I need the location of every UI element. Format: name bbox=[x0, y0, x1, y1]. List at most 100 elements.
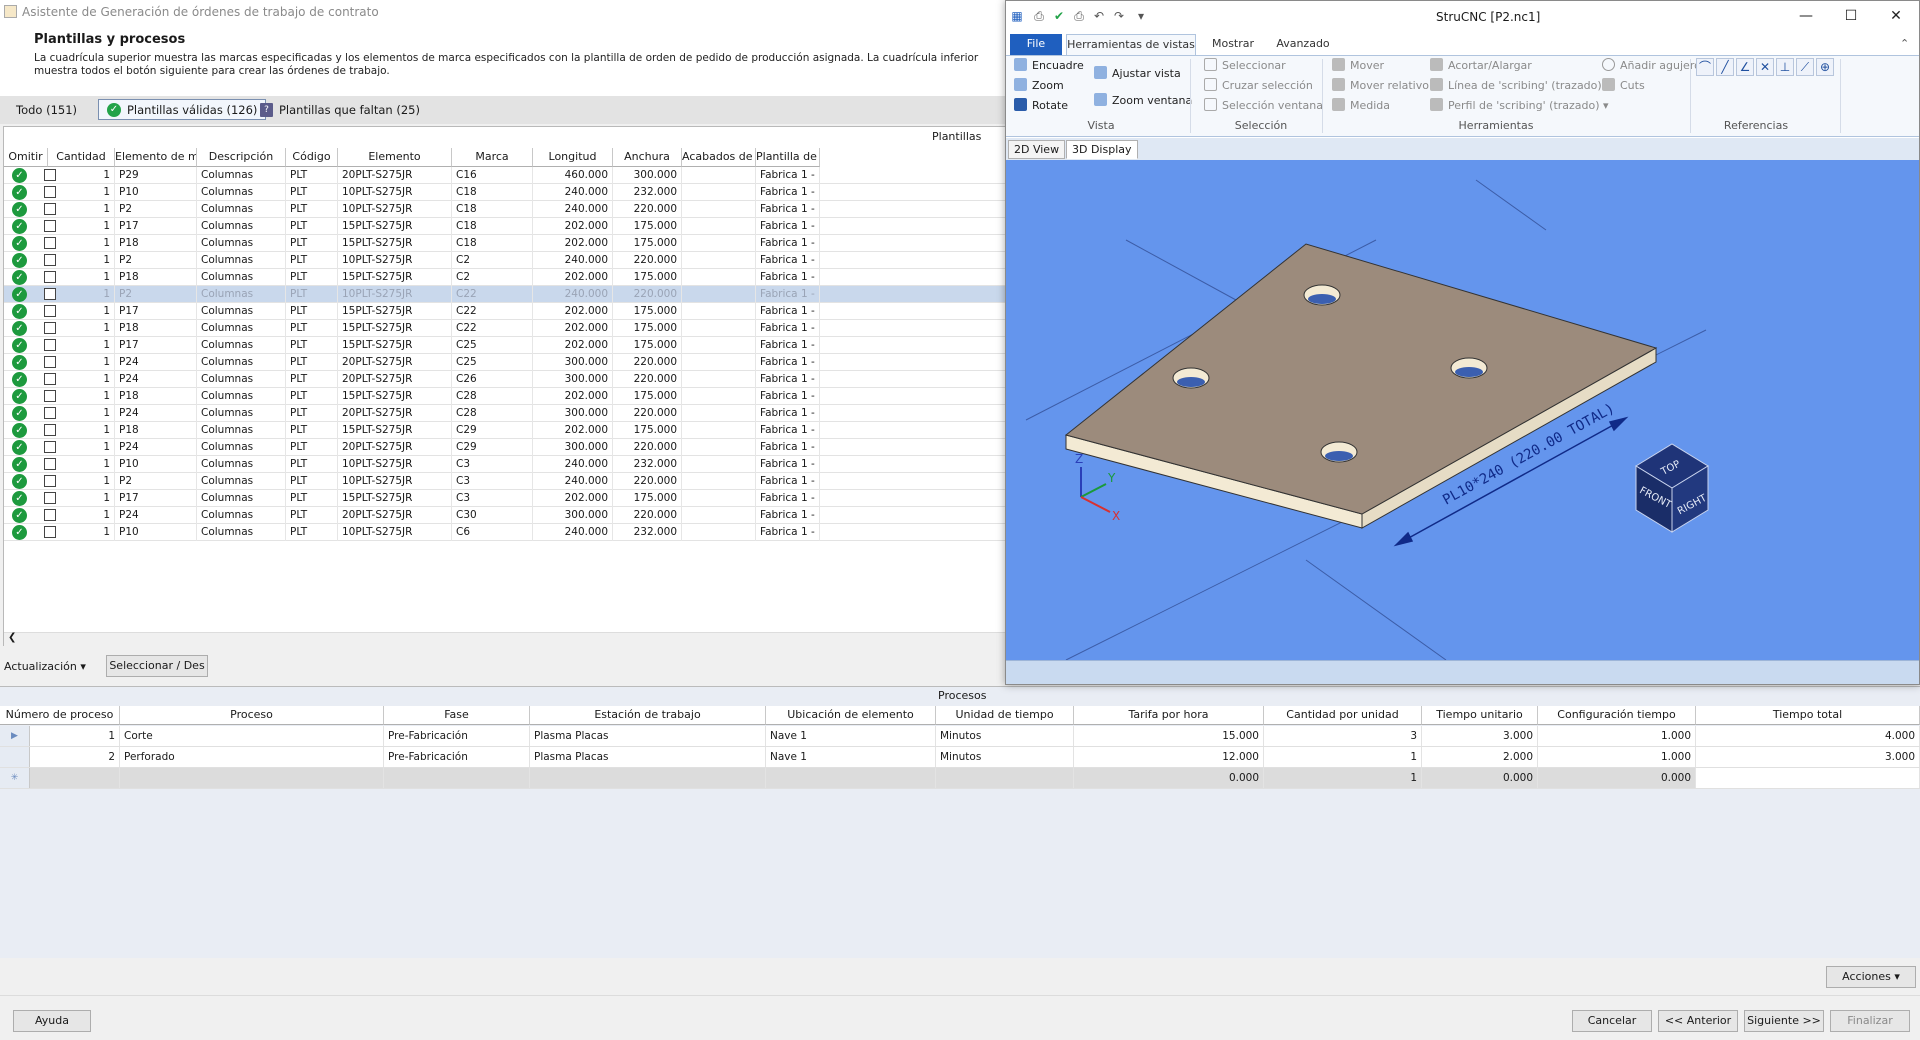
update-dropdown[interactable]: Actualización ▾ bbox=[4, 657, 94, 679]
column-header[interactable]: Cantidad por unidad bbox=[1264, 706, 1422, 725]
scribing-profile-button[interactable]: Perfil de 'scribing' (trazado) ▾ bbox=[1430, 98, 1609, 114]
table-row[interactable]: ✓ 1 P2 Columnas PLT 10PLT-S275JR C22 240.000 220… bbox=[4, 286, 1009, 303]
column-header[interactable]: Ubicación de elemento bbox=[766, 706, 936, 725]
table-row[interactable]: 2 Perforado Pre-Fabricación Plasma Placas Na… bbox=[0, 747, 1920, 768]
ref-tangent-icon[interactable]: ⟋ bbox=[1796, 58, 1814, 76]
tab-2d-view[interactable]: 2D View bbox=[1008, 140, 1066, 159]
column-header[interactable]: Marca bbox=[452, 148, 533, 167]
cancel-button[interactable]: Cancelar bbox=[1572, 1010, 1652, 1032]
collapse-ribbon-icon[interactable]: ⌃ bbox=[1900, 37, 1909, 50]
column-header[interactable]: Elemento de marc bbox=[115, 148, 197, 167]
rotate-button[interactable]: Rotate bbox=[1014, 98, 1068, 114]
tab-advanced[interactable]: Avanzado bbox=[1268, 34, 1338, 55]
column-header[interactable]: Omitir bbox=[4, 148, 48, 167]
column-header[interactable]: Código bbox=[286, 148, 338, 167]
column-header[interactable]: Número de proceso bbox=[0, 706, 120, 725]
trim-extend-button[interactable]: Acortar/Alargar bbox=[1430, 58, 1532, 74]
3d-viewport[interactable]: PL10*240 (220.00 TOTAL) Z Y X TOP FRONT … bbox=[1006, 160, 1919, 661]
cross-select-button[interactable]: Cruzar selección bbox=[1204, 78, 1313, 94]
filter-all-button[interactable]: Todo (151) bbox=[8, 99, 85, 120]
column-header[interactable]: Unidad de tiempo bbox=[936, 706, 1074, 725]
table-row[interactable]: ✓ 1 P17 Columnas PLT 15PLT-S275JR C25 202.000 17… bbox=[4, 337, 1009, 354]
select-toggle-button[interactable]: Seleccionar / Des bbox=[106, 655, 208, 677]
table-row[interactable]: ✓ 1 P18 Columnas PLT 15PLT-S275JR C2 202.000 175… bbox=[4, 269, 1009, 286]
ref-line-icon[interactable]: ╱ bbox=[1716, 58, 1734, 76]
view-cube[interactable]: TOP FRONT RIGHT bbox=[1635, 443, 1709, 533]
print-icon[interactable]: ⎙ bbox=[1032, 9, 1046, 23]
minimize-icon[interactable]: — bbox=[1786, 5, 1826, 27]
column-header[interactable]: Tarifa por hora bbox=[1074, 706, 1264, 725]
row-selector[interactable] bbox=[0, 747, 30, 767]
table-row[interactable]: ✓ 1 P10 Columnas PLT 10PLT-S275JR C6 240.000 232… bbox=[4, 524, 1009, 541]
column-header[interactable]: Cantidad bbox=[48, 148, 115, 167]
column-header[interactable]: Proceso bbox=[120, 706, 384, 725]
column-header[interactable]: Tiempo unitario bbox=[1422, 706, 1538, 725]
column-header[interactable]: Plantilla de p bbox=[756, 148, 820, 167]
column-header[interactable]: Elemento bbox=[338, 148, 452, 167]
customize-toolbar-icon[interactable]: ▾ bbox=[1134, 9, 1148, 23]
column-header[interactable]: Tiempo total bbox=[1696, 706, 1920, 725]
select-button[interactable]: Seleccionar bbox=[1204, 58, 1286, 74]
column-header[interactable]: Descripción bbox=[197, 148, 286, 167]
save-icon[interactable]: ✔ bbox=[1052, 9, 1066, 23]
table-row[interactable]: ✓ 1 P17 Columnas PLT 15PLT-S275JR C18 202.000 17… bbox=[4, 218, 1009, 235]
table-row[interactable]: ✓ 1 P18 Columnas PLT 15PLT-S275JR C22 202.000 17… bbox=[4, 320, 1009, 337]
move-button[interactable]: Mover bbox=[1332, 58, 1384, 74]
column-header[interactable]: Longitud bbox=[533, 148, 613, 167]
column-header[interactable]: Acabados de pin bbox=[682, 148, 756, 167]
table-row[interactable]: ✓ 1 P17 Columnas PLT 15PLT-S275JR C3 202.000 175… bbox=[4, 490, 1009, 507]
table-row[interactable]: ✓ 1 P2 Columnas PLT 10PLT-S275JR C3 240.000 220.… bbox=[4, 473, 1009, 490]
scroll-left-arrow-icon[interactable]: ❮ bbox=[8, 632, 20, 646]
table-row[interactable]: ✓ 1 P18 Columnas PLT 15PLT-S275JR C29 202.000 17… bbox=[4, 422, 1009, 439]
ref-perpendicular-icon[interactable]: ⊥ bbox=[1776, 58, 1794, 76]
relative-move-button[interactable]: Mover relativo bbox=[1332, 78, 1429, 94]
ref-center-icon[interactable]: ⊕ bbox=[1816, 58, 1834, 76]
measure-button[interactable]: Medida bbox=[1332, 98, 1390, 114]
table-row[interactable]: ✓ 1 P24 Columnas PLT 20PLT-S275JR C29 300.000 22… bbox=[4, 439, 1009, 456]
column-header[interactable]: Configuración tiempo bbox=[1538, 706, 1696, 725]
row-selector[interactable]: ▶ bbox=[0, 726, 30, 746]
table-row[interactable]: ✓ 1 P2 Columnas PLT 10PLT-S275JR C18 240.000 220… bbox=[4, 201, 1009, 218]
column-header[interactable]: Fase bbox=[384, 706, 530, 725]
tab-file[interactable]: File bbox=[1010, 34, 1062, 55]
pan-button[interactable]: Encuadre bbox=[1014, 58, 1084, 74]
ref-arc-icon[interactable]: ⌒ bbox=[1696, 58, 1714, 76]
fit-view-button[interactable]: Ajustar vista bbox=[1094, 66, 1181, 82]
undo-icon[interactable]: ↶ bbox=[1092, 9, 1106, 23]
tab-3d-display[interactable]: 3D Display bbox=[1066, 140, 1138, 159]
help-button[interactable]: Ayuda bbox=[13, 1010, 91, 1032]
actions-dropdown[interactable]: Acciones ▾ bbox=[1826, 966, 1916, 988]
maximize-icon[interactable]: ☐ bbox=[1831, 5, 1871, 27]
scribing-line-button[interactable]: Línea de 'scribing' (trazado) bbox=[1430, 78, 1602, 94]
table-row[interactable]: ✓ 1 P10 Columnas PLT 10PLT-S275JR C18 240.000 23… bbox=[4, 184, 1009, 201]
tab-view-tools[interactable]: Herramientas de vistas bbox=[1066, 34, 1196, 55]
column-header[interactable]: Anchura bbox=[613, 148, 682, 167]
filter-valid-button[interactable]: ✓ Plantillas válidas (126) bbox=[98, 99, 267, 120]
close-icon[interactable]: ✕ bbox=[1876, 5, 1916, 27]
zoom-button[interactable]: Zoom bbox=[1014, 78, 1064, 94]
window-select-button[interactable]: Selección ventana bbox=[1204, 98, 1323, 114]
table-row[interactable]: ▶ 1 Corte Pre-Fabricación Plasma Placas Nave … bbox=[0, 726, 1920, 747]
table-row[interactable]: ✓ 1 P24 Columnas PLT 20PLT-S275JR C30 300.000 22… bbox=[4, 507, 1009, 524]
horizontal-scrollbar[interactable] bbox=[4, 632, 1009, 646]
table-row[interactable]: ✓ 1 P24 Columnas PLT 20PLT-S275JR C25 300.000 22… bbox=[4, 354, 1009, 371]
previous-button[interactable]: << Anterior bbox=[1658, 1010, 1738, 1032]
filter-missing-button[interactable]: ? Plantillas que faltan (25) bbox=[252, 99, 428, 120]
ref-cross-icon[interactable]: ✕ bbox=[1756, 58, 1774, 76]
new-row-icon[interactable]: ✳ bbox=[0, 768, 30, 788]
table-row[interactable]: ✓ 1 P24 Columnas PLT 20PLT-S275JR C26 300.000 22… bbox=[4, 371, 1009, 388]
new-row[interactable]: ✳ 0.000 1 0.000 0.000 bbox=[0, 768, 1920, 789]
redo-icon[interactable]: ↷ bbox=[1112, 9, 1126, 23]
table-row[interactable]: ✓ 1 P18 Columnas PLT 15PLT-S275JR C28 202.000 17… bbox=[4, 388, 1009, 405]
add-hole-button[interactable]: Añadir agujero bbox=[1602, 58, 1701, 74]
table-row[interactable]: ✓ 1 P2 Columnas PLT 10PLT-S275JR C2 240.000 220.… bbox=[4, 252, 1009, 269]
print-preview-icon[interactable]: ⎙ bbox=[1072, 9, 1086, 23]
next-button[interactable]: Siguiente >> bbox=[1744, 1010, 1824, 1032]
column-header[interactable]: Estación de trabajo bbox=[530, 706, 766, 725]
ref-angle-icon[interactable]: ∠ bbox=[1736, 58, 1754, 76]
tab-show[interactable]: Mostrar bbox=[1202, 34, 1264, 55]
table-row[interactable]: ✓ 1 P29 Columnas PLT 20PLT-S275JR C16 460.000 30… bbox=[4, 167, 1009, 184]
cuts-button[interactable]: Cuts bbox=[1602, 78, 1645, 94]
zoom-window-button[interactable]: Zoom ventana bbox=[1094, 93, 1192, 109]
table-row[interactable]: ✓ 1 P10 Columnas PLT 10PLT-S275JR C3 240.000 232… bbox=[4, 456, 1009, 473]
